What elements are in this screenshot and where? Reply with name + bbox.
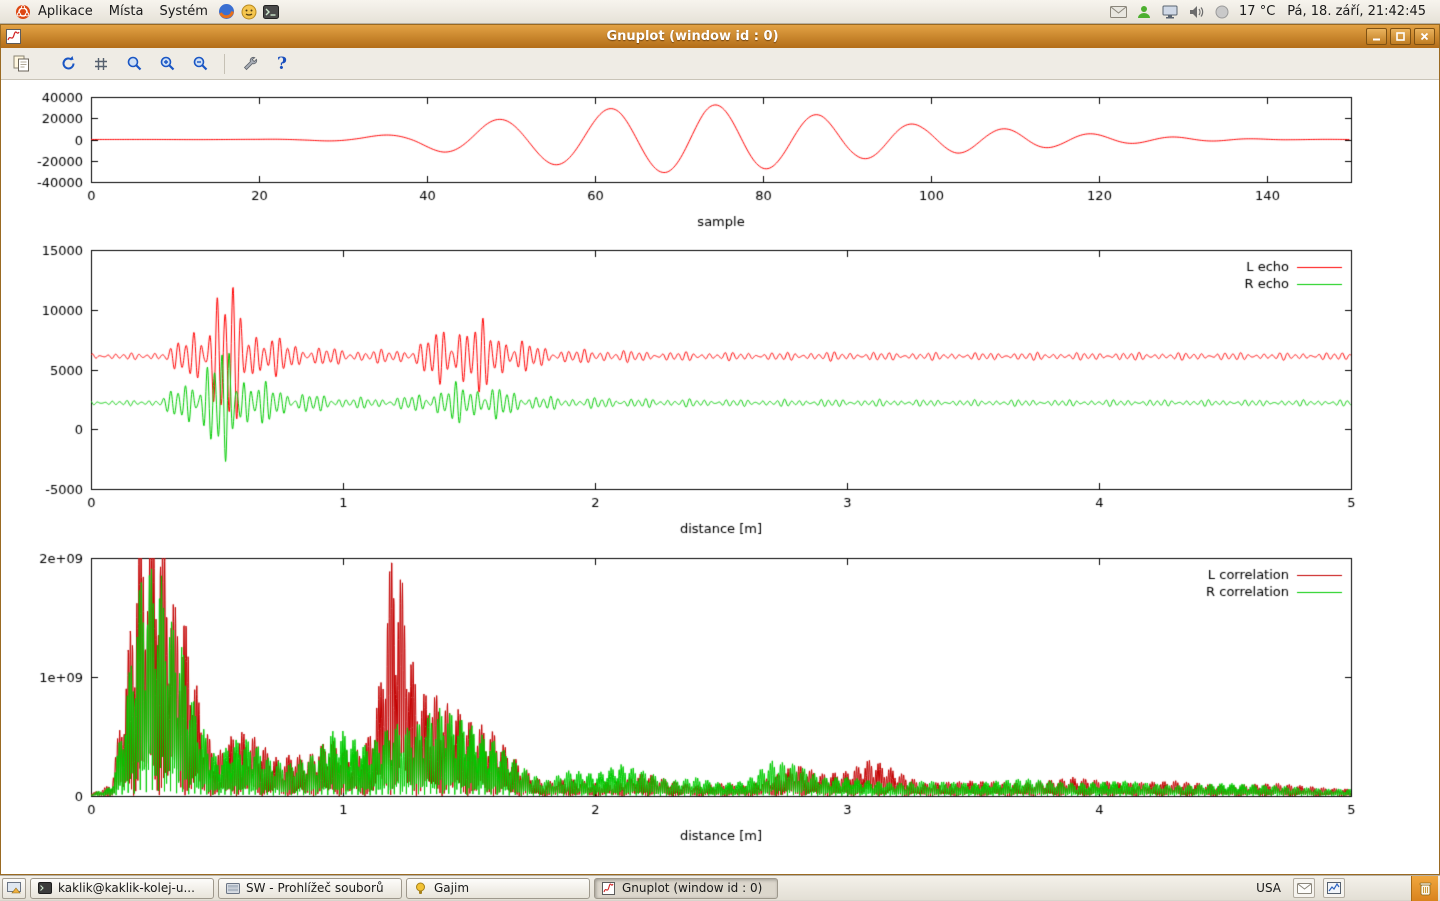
- clock[interactable]: Pá, 18. září, 21:42:45: [1283, 4, 1430, 19]
- refresh-icon[interactable]: [56, 52, 80, 76]
- mail-tray-icon[interactable]: [1293, 878, 1315, 898]
- taskbar-button-label: SW - Prohlížeč souborů: [246, 881, 384, 895]
- taskbar-button-gnuplot[interactable]: Gnuplot (window id : 0): [594, 878, 778, 899]
- copy-icon[interactable]: [9, 52, 33, 76]
- distributor-logo-icon: [13, 2, 33, 22]
- menu-applications-label: Aplikace: [38, 4, 93, 19]
- menu-applications[interactable]: Aplikace: [6, 0, 100, 24]
- taskbar-tray: USA: [1252, 876, 1438, 901]
- system-tray: 17 °C Pá, 18. září, 21:42:45: [1109, 3, 1434, 21]
- toolbar-separator: [224, 54, 225, 74]
- gnuplot-task-icon: [601, 881, 616, 896]
- temperature-label[interactable]: 17 °C: [1239, 4, 1275, 19]
- titlebar[interactable]: Gnuplot (window id : 0): [1, 25, 1439, 48]
- taskbar-button-gajim[interactable]: Gajim: [406, 878, 590, 899]
- signal-chart-canvas[interactable]: [1, 80, 1439, 240]
- terminal-launcher-icon[interactable]: [261, 2, 281, 22]
- help-glyph: ?: [277, 54, 287, 74]
- menu-places[interactable]: Místa: [102, 2, 151, 21]
- weather-icon[interactable]: [1213, 3, 1231, 21]
- close-button[interactable]: [1414, 28, 1435, 45]
- plotter-tray-icon[interactable]: [1323, 878, 1345, 898]
- echo-chart-canvas[interactable]: [1, 240, 1439, 550]
- desktop: Aplikace Místa Systém: [0, 0, 1440, 900]
- minimize-button[interactable]: [1366, 28, 1387, 45]
- toolbar: ?: [1, 48, 1439, 80]
- correlation-chart-canvas[interactable]: [1, 550, 1439, 860]
- keyboard-layout-indicator[interactable]: USA: [1252, 881, 1285, 895]
- firefox-launcher-icon[interactable]: [217, 2, 237, 22]
- gnuplot-canvas-area: [1, 80, 1439, 874]
- menu-places-label: Místa: [109, 4, 144, 19]
- gnuplot-window: Gnuplot (window id : 0): [0, 24, 1440, 875]
- top-panel: Aplikace Místa Systém: [0, 0, 1440, 24]
- zoom-out-icon[interactable]: [188, 52, 212, 76]
- zoom-in-icon[interactable]: [155, 52, 179, 76]
- taskbar-button-label: Gajim: [434, 881, 469, 895]
- help-icon[interactable]: ?: [270, 52, 294, 76]
- file-manager-task-icon: [225, 881, 240, 896]
- gajim-task-icon: [413, 881, 428, 896]
- show-desktop-button[interactable]: [2, 878, 26, 899]
- messenger-status-icon[interactable]: [1135, 3, 1153, 21]
- gnuplot-window-icon: [5, 28, 22, 45]
- configure-icon[interactable]: [237, 52, 261, 76]
- display-icon[interactable]: [1161, 3, 1179, 21]
- grid-icon[interactable]: [89, 52, 113, 76]
- menu-system[interactable]: Systém: [152, 2, 214, 21]
- taskbar: kaklik@kaklik-kolej-u... SW - Prohlížeč …: [0, 875, 1440, 900]
- help-launcher-icon[interactable]: [239, 2, 259, 22]
- taskbar-button-label: kaklik@kaklik-kolej-u...: [58, 881, 195, 895]
- maximize-button[interactable]: [1390, 28, 1411, 45]
- taskbar-button-file-manager[interactable]: SW - Prohlížeč souborů: [218, 878, 402, 899]
- taskbar-button-terminal[interactable]: kaklik@kaklik-kolej-u...: [30, 878, 214, 899]
- mail-notify-icon[interactable]: [1109, 3, 1127, 21]
- trash-applet-icon[interactable]: [1411, 876, 1438, 901]
- menu-system-label: Systém: [159, 4, 207, 19]
- volume-icon[interactable]: [1187, 3, 1205, 21]
- taskbar-button-label: Gnuplot (window id : 0): [622, 881, 762, 895]
- terminal-task-icon: [37, 881, 52, 896]
- zoom-previous-icon[interactable]: [122, 52, 146, 76]
- window-title: Gnuplot (window id : 0): [22, 29, 1363, 44]
